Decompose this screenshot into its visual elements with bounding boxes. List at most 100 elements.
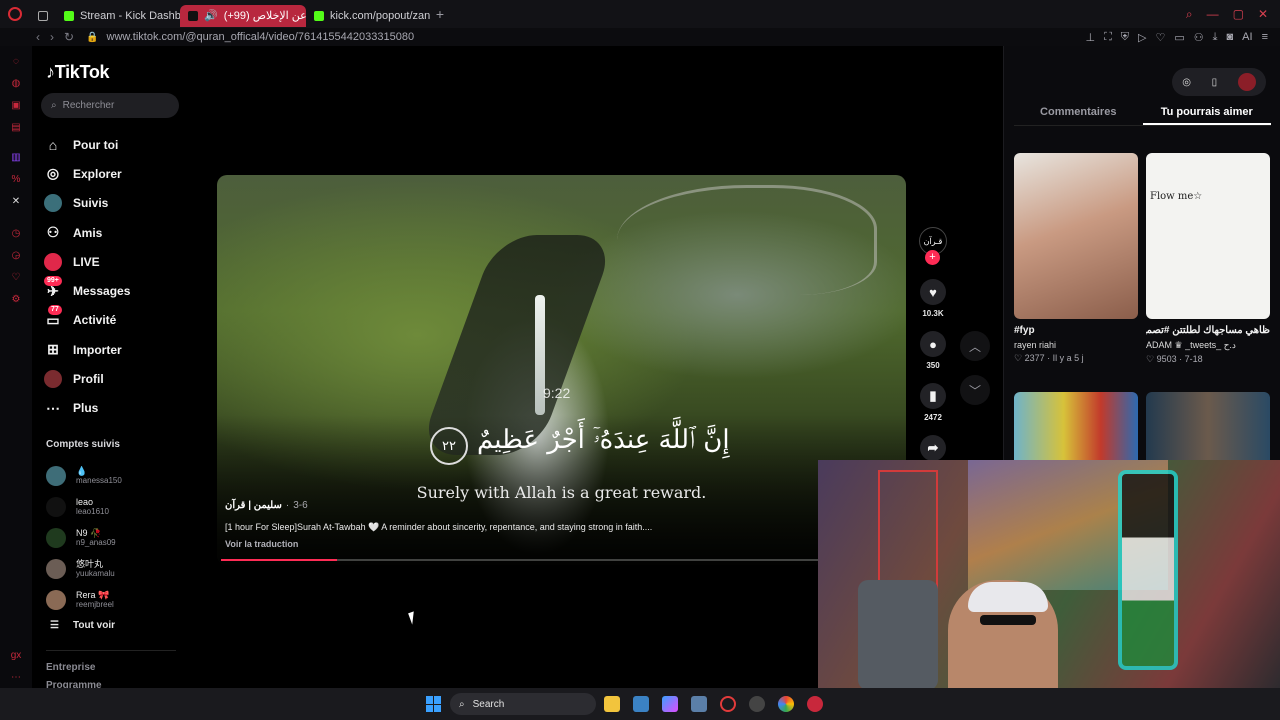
- recommended-video-card[interactable]: Flow me☆ ظاهي مساجهاك لطلتتن #تصميمي #تص…: [1146, 153, 1270, 365]
- nav-item-pour-toi[interactable]: ⌂ Pour toi: [44, 130, 184, 159]
- reload-button[interactable]: ↻: [64, 30, 74, 44]
- followed-account[interactable]: leao leao1610: [46, 491, 176, 522]
- next-video-button[interactable]: ﹀: [960, 375, 990, 405]
- ai-icon[interactable]: AI: [1242, 31, 1252, 44]
- sidebar-twitch-icon[interactable]: ▥: [10, 152, 22, 164]
- tab-tiktok-video[interactable]: 🔊 (+99) تذكير عن الإخلاص: [180, 4, 306, 27]
- video-author[interactable]: سليمن | قرآن · 3-6: [225, 500, 308, 511]
- tab-commentaires[interactable]: Commentaires: [1014, 104, 1143, 125]
- sidebar-x-icon[interactable]: ✕: [10, 196, 22, 208]
- opera-icon[interactable]: [720, 696, 736, 712]
- nav-label: LIVE: [73, 254, 100, 269]
- sidebar-aria-icon[interactable]: ◌: [10, 56, 22, 68]
- camera-icon[interactable]: ◙: [1227, 31, 1234, 44]
- nav-item-amis[interactable]: ⚇ Amis: [44, 218, 184, 247]
- sidebar-mail-icon[interactable]: ▤: [10, 122, 22, 134]
- followed-account[interactable]: N9 🥀 n9_anas09: [46, 522, 176, 553]
- profile-avatar[interactable]: [1237, 73, 1256, 91]
- nav-item-live[interactable]: LIVE: [44, 247, 184, 276]
- follow-button[interactable]: +: [925, 250, 940, 265]
- windows-start-icon[interactable]: [426, 696, 442, 712]
- recommended-video-card[interactable]: [1146, 392, 1270, 462]
- minimize-button[interactable]: —: [1207, 7, 1219, 22]
- previous-video-button[interactable]: ︿: [960, 331, 990, 361]
- activity-icon: ▭ 77: [44, 305, 62, 329]
- lock-icon[interactable]: 🔒: [86, 32, 98, 43]
- tab-kick-dashboard[interactable]: Stream - Kick Dashboard: [56, 5, 180, 27]
- footer-link-entreprise[interactable]: Entreprise: [46, 662, 95, 673]
- card-title: #fyp: [1014, 325, 1035, 336]
- file-explorer-icon[interactable]: [604, 696, 620, 712]
- tiktok-logo[interactable]: ♪TikTok: [46, 62, 110, 83]
- nav-item-importer[interactable]: ⊞ Importer: [44, 335, 184, 364]
- sidebar-history-icon[interactable]: ◷: [10, 228, 22, 240]
- sidebar-extension-icon[interactable]: %: [10, 174, 22, 186]
- nav-item-suivis[interactable]: Suivis: [44, 189, 184, 218]
- webcam-cap: [968, 582, 1048, 612]
- search-input[interactable]: ⌕ Rechercher: [41, 93, 179, 118]
- sidebar-gx-icon[interactable]: gx: [10, 650, 22, 662]
- heart-icon: ♡: [1146, 354, 1155, 364]
- opera-gx-icon[interactable]: [807, 696, 823, 712]
- heart-icon[interactable]: ♡: [1155, 31, 1165, 44]
- opera-menu-button[interactable]: [0, 0, 30, 28]
- nav-item-activite[interactable]: ▭ 77 Activité: [44, 305, 184, 335]
- nav-label: Profil: [73, 372, 104, 387]
- menu-icon[interactable]: ≡: [1262, 31, 1268, 44]
- tab-kick-popout[interactable]: kick.com/popout/zanouni/c: [306, 5, 430, 27]
- like-button[interactable]: ♥ 10.3K: [918, 279, 948, 318]
- nav-item-profil[interactable]: Profil: [44, 364, 184, 393]
- nav-item-messages[interactable]: ✈ 99+ Messages: [44, 276, 184, 305]
- see-all-button[interactable]: ☰ Tout voir: [50, 620, 115, 631]
- new-tab-button[interactable]: +: [430, 6, 450, 22]
- see-translation-link[interactable]: Voir la traduction: [225, 539, 298, 549]
- video-player[interactable]: 9:22 ٢٢ إِنَّ ٱللَّهَ عِندَهُۥٓ أَجْرٌ ع…: [217, 175, 906, 565]
- sidebar-messenger-icon[interactable]: ◍: [10, 78, 22, 90]
- pin-icon[interactable]: ⊥: [1085, 31, 1095, 44]
- device-icon[interactable]: ▯: [1212, 77, 1218, 88]
- sidebar-settings-icon[interactable]: ⚙: [10, 294, 22, 306]
- store-icon[interactable]: [633, 696, 649, 712]
- forward-button[interactable]: ›: [50, 30, 54, 44]
- download-icon[interactable]: ⤓: [1213, 31, 1218, 44]
- shield-icon[interactable]: ⛨: [1121, 31, 1129, 44]
- screenshot-icon[interactable]: ⛶: [1104, 31, 1112, 44]
- sidebar-bookmarks-icon[interactable]: ♡: [10, 272, 22, 284]
- sidebar-divider: [46, 650, 176, 651]
- comment-button[interactable]: ● 350: [918, 331, 948, 370]
- copilot-icon[interactable]: [662, 696, 678, 712]
- address-bar-tools: ⊥ ⛶ ⛨ ▷ ♡ ▭ ⚇ ⤓ ◙ AI ≡: [1085, 31, 1280, 44]
- compass-icon[interactable]: ◎: [1182, 77, 1191, 88]
- sidebar-clock-icon[interactable]: ◶: [10, 250, 22, 262]
- tab-pinned-page[interactable]: [30, 5, 56, 27]
- video-progress-bar[interactable]: [221, 559, 902, 561]
- back-button[interactable]: ‹: [36, 30, 40, 44]
- recommended-video-card[interactable]: [1014, 392, 1138, 462]
- app-icon[interactable]: [749, 696, 765, 712]
- nav-item-explorer[interactable]: ◎ Explorer: [44, 159, 184, 188]
- nav-item-plus[interactable]: ⋯ Plus: [44, 394, 184, 423]
- wallet-icon[interactable]: ▭: [1174, 31, 1184, 44]
- player-icon[interactable]: ▷: [1138, 31, 1146, 44]
- bookmark-icon: ▮: [920, 383, 946, 409]
- calculator-icon[interactable]: [691, 696, 707, 712]
- mouse-cursor-icon: [408, 611, 418, 625]
- nav-label: Messages: [73, 284, 131, 299]
- maximize-button[interactable]: ▢: [1233, 7, 1244, 22]
- save-button[interactable]: ▮ 2472: [918, 383, 948, 422]
- followed-account[interactable]: 💧 manessa150: [46, 460, 176, 491]
- url-field[interactable]: www.tiktok.com/@quran_offical4/video/761…: [107, 31, 415, 43]
- speaker-icon[interactable]: 🔊: [204, 9, 218, 22]
- followed-account[interactable]: 悠叶丸 yuukamalu: [46, 553, 176, 584]
- tab-tu-pourrais-aimer[interactable]: Tu pourrais aimer: [1142, 104, 1271, 125]
- profile-icon[interactable]: ⚇: [1194, 31, 1204, 44]
- followed-account[interactable]: Rera 🎀 reemjbreel: [46, 584, 176, 615]
- sidebar-more-icon[interactable]: ⋯: [10, 672, 22, 684]
- close-button[interactable]: ✕: [1258, 7, 1268, 22]
- search-tabs-icon[interactable]: ⌕: [1186, 7, 1193, 22]
- recommended-video-card[interactable]: #fyp rayen riahi ♡ 2377 · Il y a 5 j: [1014, 153, 1138, 364]
- chrome-icon[interactable]: [778, 696, 794, 712]
- video-scene-road: [617, 185, 877, 295]
- taskbar-search[interactable]: ⌕ Search: [450, 693, 596, 715]
- sidebar-whatsapp-icon[interactable]: ▣: [10, 100, 22, 112]
